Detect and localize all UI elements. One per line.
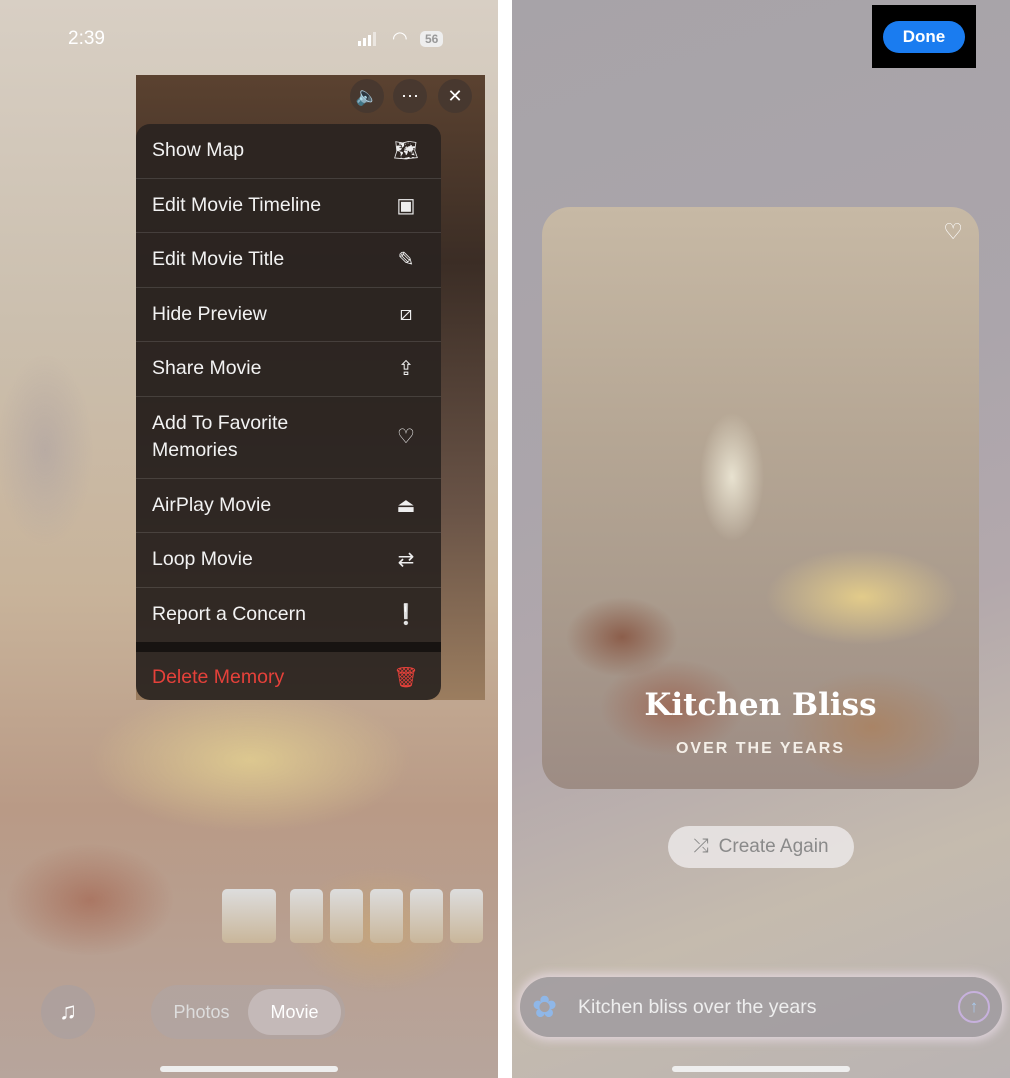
- create-again-button[interactable]: ⤮ Create Again: [668, 826, 854, 868]
- map-icon: 🗺: [393, 140, 419, 163]
- menu-item-report-concern[interactable]: Report a Concern ❕: [136, 588, 441, 643]
- close-button[interactable]: ✕: [438, 79, 472, 113]
- trash-icon: 🗑: [393, 666, 419, 689]
- shuffle-icon: ⤮: [693, 836, 709, 857]
- thumbnail[interactable]: [370, 889, 403, 943]
- status-bar: 2:39 ◠ 56: [0, 28, 498, 52]
- menu-item-hide-preview[interactable]: Hide Preview ⧄: [136, 288, 441, 342]
- status-time: 2:39: [68, 28, 105, 49]
- memory-title: Kitchen Bliss: [644, 687, 877, 723]
- menu-item-share-movie[interactable]: Share Movie ⇪: [136, 342, 441, 397]
- more-button[interactable]: ⋯: [393, 79, 427, 113]
- heart-icon: ♡: [397, 425, 415, 448]
- photos-stack-icon: ▣: [396, 194, 416, 217]
- thumbnail[interactable]: [330, 889, 363, 943]
- menu-item-add-to-favorites[interactable]: Add To Favorite Memories ♡: [136, 397, 441, 479]
- speaker-wave-icon: 🔈: [355, 85, 379, 106]
- memory-player-screen: 2:39 ◠ 56 🔈 ⋯ ✕ Show Map 🗺 Edit Movie Tim…: [0, 0, 498, 1078]
- menu-item-airplay-movie[interactable]: AirPlay Movie ⏏: [136, 479, 441, 533]
- preview-slash-icon: ⧄: [399, 302, 413, 325]
- menu-item-loop-movie[interactable]: Loop Movie ⇄: [136, 533, 441, 588]
- segment-photos[interactable]: Photos: [155, 989, 248, 1035]
- memory-prompt-input[interactable]: ✿ Kitchen bliss over the years ↑: [520, 977, 1002, 1037]
- battery-icon: 56: [420, 31, 444, 47]
- music-sparkle-icon: ♫: [59, 998, 77, 1025]
- thumbnail[interactable]: [290, 889, 323, 943]
- done-button[interactable]: Done: [883, 20, 965, 53]
- segment-movie[interactable]: Movie: [248, 989, 341, 1035]
- wifi-icon: ◠: [392, 28, 408, 48]
- context-menu: Show Map 🗺 Edit Movie Timeline ▣ Edit Movi…: [136, 124, 441, 700]
- sound-button[interactable]: 🔈: [350, 79, 384, 113]
- home-indicator: [672, 1066, 850, 1072]
- exclamation-bubble-icon: ❕: [393, 604, 419, 627]
- photo-strip: [222, 889, 483, 943]
- menu-item-delete-memory[interactable]: Delete Memory 🗑: [136, 652, 441, 700]
- thumbnail[interactable]: [450, 889, 483, 943]
- menu-item-edit-movie-timeline[interactable]: Edit Movie Timeline ▣: [136, 179, 441, 233]
- view-segmented-control: Photos Movie: [151, 985, 345, 1039]
- heart-icon[interactable]: ♡: [943, 219, 963, 245]
- memory-subtitle: OVER THE YEARS: [675, 740, 846, 757]
- prompt-text[interactable]: Kitchen bliss over the years: [578, 996, 958, 1019]
- share-icon: ⇪: [397, 358, 415, 381]
- memory-created-screen: Done ♡ Kitchen Bliss OVER THE YEARS ⤮ Cre…: [512, 0, 1010, 1078]
- close-icon: ✕: [447, 85, 463, 106]
- thumbnail[interactable]: [410, 889, 443, 943]
- thumbnail[interactable]: [222, 889, 276, 943]
- memory-card[interactable]: ♡ Kitchen Bliss OVER THE YEARS: [542, 207, 979, 789]
- cellular-signal-icon: [358, 32, 376, 46]
- menu-item-show-map[interactable]: Show Map 🗺: [136, 124, 441, 179]
- music-button[interactable]: ♫: [41, 985, 95, 1039]
- home-indicator: [160, 1066, 338, 1072]
- pencil-icon: ✎: [397, 249, 415, 272]
- done-highlight: Done: [872, 5, 976, 68]
- menu-item-edit-movie-title[interactable]: Edit Movie Title ✎: [136, 233, 441, 288]
- menu-divider: [136, 642, 441, 652]
- airplay-icon: ⏏: [396, 494, 416, 517]
- submit-arrow-icon[interactable]: ↑: [958, 991, 990, 1023]
- loop-icon: ⇄: [397, 549, 415, 572]
- ellipsis-icon: ⋯: [401, 85, 419, 106]
- apple-intelligence-icon: ✿: [532, 990, 558, 1024]
